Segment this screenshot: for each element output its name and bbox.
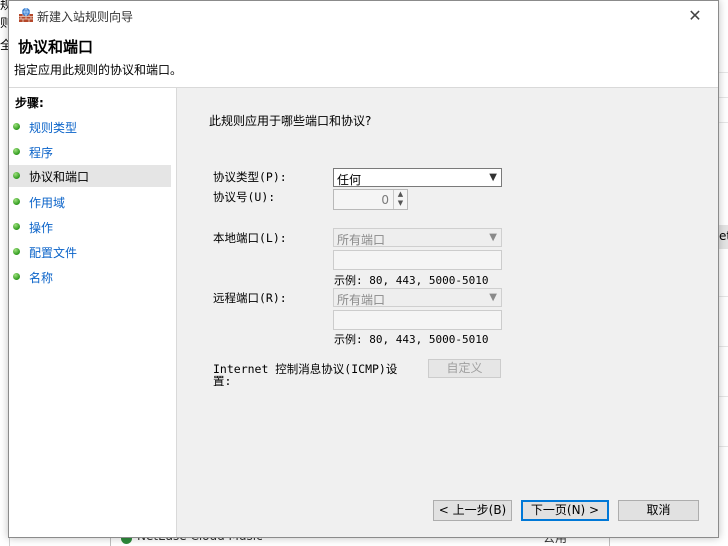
- title-bar[interactable]: 新建入站规则向导 ✕: [9, 1, 718, 31]
- local-port-select[interactable]: 所有端口 ▼: [333, 228, 502, 247]
- step-label: 规则类型: [29, 121, 78, 135]
- background-row-divider: [719, 72, 728, 73]
- chevron-down-icon: ▼: [489, 292, 497, 303]
- steps-heading: 步骤:: [15, 96, 44, 110]
- local-port-value: 所有端口: [337, 233, 386, 247]
- step-label: 名称: [29, 271, 54, 285]
- local-port-label: 本地端口(L):: [213, 231, 287, 245]
- step-profile[interactable]: 配置文件: [9, 241, 171, 263]
- background-text: et: [719, 229, 728, 243]
- firewall-icon: [19, 7, 33, 22]
- step-protocol-and-ports[interactable]: 协议和端口: [9, 165, 171, 187]
- step-label: 程序: [29, 146, 54, 160]
- step-action[interactable]: 操作: [9, 216, 171, 238]
- step-status-icon: [13, 248, 20, 255]
- icmp-settings-label-cont: 置:: [213, 374, 232, 388]
- local-port-example: 示例: 80, 443, 5000-5010: [334, 274, 489, 287]
- background-window-right: [719, 0, 728, 546]
- protocol-type-select[interactable]: 任何 ▼: [333, 168, 502, 187]
- page-description: 指定应用此规则的协议和端口。: [14, 63, 183, 77]
- chevron-down-icon: ▼: [489, 232, 497, 243]
- remote-port-input[interactable]: [333, 310, 502, 330]
- chevron-down-icon: ▼: [489, 172, 497, 183]
- step-name[interactable]: 名称: [9, 266, 171, 288]
- spinner-buttons: ▲ ▼: [393, 190, 407, 209]
- step-label: 操作: [29, 221, 54, 235]
- customize-icmp-button[interactable]: 自定义: [428, 359, 501, 378]
- step-status-icon: [13, 172, 20, 179]
- back-button[interactable]: < 上一步(B): [433, 500, 512, 521]
- remote-port-value: 所有端口: [337, 293, 386, 307]
- background-row-divider: [719, 122, 728, 123]
- question-text: 此规则应用于哪些端口和协议?: [209, 114, 372, 128]
- remote-port-label: 远程端口(R):: [213, 291, 287, 305]
- background-row-divider: [719, 346, 728, 347]
- background-row-divider: [719, 296, 728, 297]
- step-status-icon: [13, 223, 20, 230]
- close-button[interactable]: ✕: [672, 1, 718, 31]
- new-inbound-rule-wizard: 新建入站规则向导 ✕ 协议和端口 指定应用此规则的协议和端口。 步骤: 规则类型…: [8, 0, 719, 538]
- wizard-content: 此规则应用于哪些端口和协议? 协议类型(P): 任何 ▼ 协议号(U): 0 ▲…: [177, 88, 718, 537]
- background-row-divider: [719, 97, 728, 98]
- spinner-down-icon[interactable]: ▼: [394, 199, 407, 208]
- page-title: 协议和端口: [18, 38, 94, 56]
- step-label: 协议和端口: [29, 170, 90, 184]
- step-scope[interactable]: 作用域: [9, 191, 171, 213]
- remote-port-example: 示例: 80, 443, 5000-5010: [334, 333, 489, 346]
- icmp-settings-label: Internet 控制消息协议(ICMP)设: [213, 362, 398, 376]
- step-label: 配置文件: [29, 246, 78, 260]
- step-rule-type[interactable]: 规则类型: [9, 116, 171, 138]
- remote-port-select[interactable]: 所有端口 ▼: [333, 288, 502, 307]
- next-button[interactable]: 下一页(N) >: [521, 500, 609, 521]
- step-status-icon: [13, 198, 20, 205]
- cancel-button[interactable]: 取消: [618, 500, 699, 521]
- spinner-up-icon[interactable]: ▲: [394, 190, 407, 199]
- wizard-header: 协议和端口 指定应用此规则的协议和端口。: [9, 31, 718, 88]
- step-status-icon: [13, 148, 20, 155]
- protocol-type-value: 任何: [337, 173, 362, 187]
- close-icon: ✕: [688, 6, 702, 25]
- protocol-type-label: 协议类型(P):: [213, 170, 287, 184]
- protocol-number-label: 协议号(U):: [213, 190, 276, 204]
- protocol-number-value: 0: [381, 193, 389, 207]
- protocol-number-spinner[interactable]: 0 ▲ ▼: [333, 189, 408, 210]
- step-status-icon: [13, 273, 20, 280]
- step-status-icon: [13, 123, 20, 130]
- step-program[interactable]: 程序: [9, 141, 171, 163]
- local-port-input[interactable]: [333, 250, 502, 270]
- step-label: 作用域: [29, 196, 66, 210]
- window-title: 新建入站规则向导: [37, 10, 134, 24]
- background-row-divider: [719, 396, 728, 397]
- steps-panel: 步骤: 规则类型 程序 协议和端口 作用域 操作 配置文件 名称: [9, 88, 177, 537]
- background-row-divider: [719, 446, 728, 447]
